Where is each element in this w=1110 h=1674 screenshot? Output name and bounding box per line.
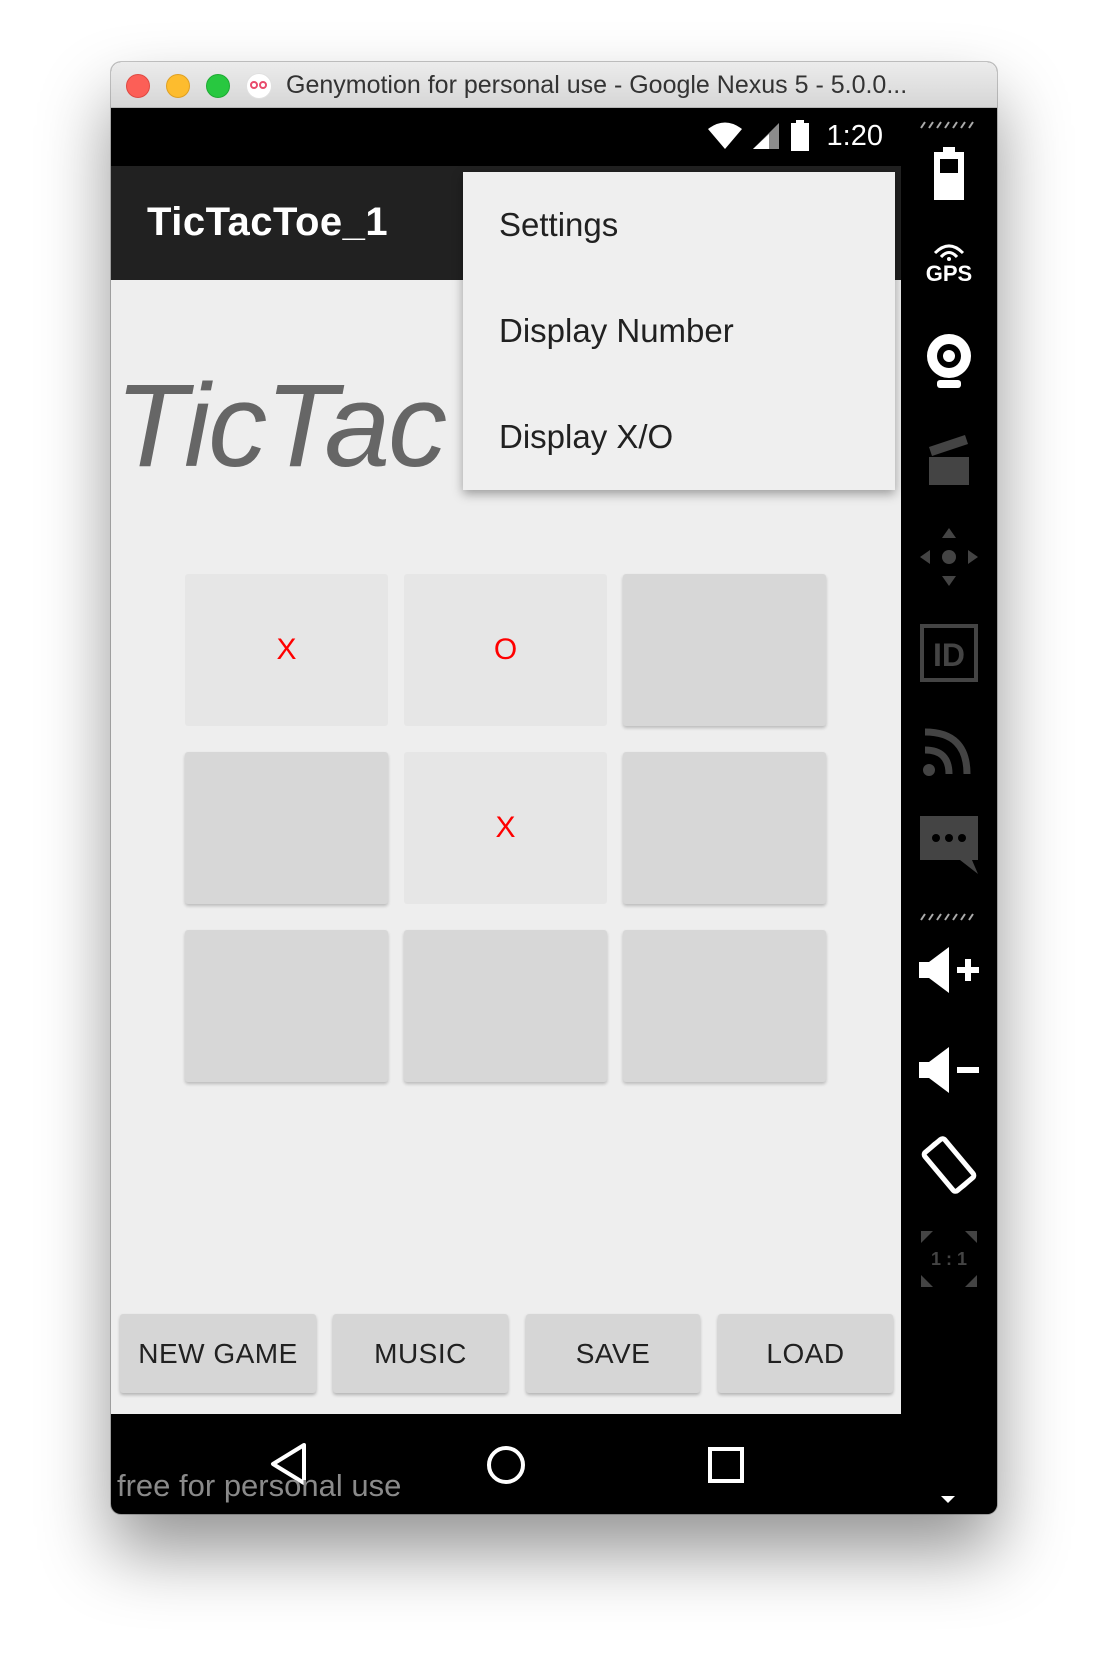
board-cell-7[interactable]: [185, 930, 388, 1082]
sidebar-more-icon[interactable]: [939, 1494, 957, 1504]
board-cell-5[interactable]: X: [404, 752, 607, 904]
menu-item-settings[interactable]: Settings: [463, 172, 895, 278]
board-cell-2[interactable]: O: [404, 574, 607, 726]
board-cell-4[interactable]: [185, 752, 388, 904]
clapperboard-icon[interactable]: [901, 430, 997, 490]
scale-label: 1 : 1: [931, 1249, 967, 1269]
recents-icon[interactable]: [707, 1446, 745, 1484]
gps-icon[interactable]: GPS: [901, 236, 997, 292]
battery-icon: [790, 120, 809, 151]
menu-item-display-xo[interactable]: Display X/O: [463, 384, 895, 490]
close-window-button[interactable]: [126, 74, 150, 98]
android-screen: 1:20 TicTacToe_1 TicTac Settings Display…: [111, 108, 901, 1514]
save-button[interactable]: SAVE: [526, 1314, 700, 1393]
board-cell-1[interactable]: X: [185, 574, 388, 726]
overflow-menu: Settings Display Number Display X/O: [463, 172, 895, 490]
signal-icon: [752, 123, 779, 149]
rotate-icon[interactable]: [901, 1132, 997, 1198]
main-title: TicTac: [115, 360, 447, 492]
music-button[interactable]: MUSIC: [333, 1314, 508, 1393]
menu-item-display-number[interactable]: Display Number: [463, 278, 895, 384]
pixel-perfect-icon[interactable]: 1 : 1: [901, 1226, 997, 1292]
grip-middle-icon: [920, 913, 974, 921]
genymotion-logo-icon: [246, 73, 272, 99]
minimize-window-button[interactable]: [166, 74, 190, 98]
board-cell-8[interactable]: [404, 930, 607, 1082]
rss-icon[interactable]: [901, 718, 997, 782]
genymotion-sidebar: GPS ID 1: 1: [901, 108, 997, 1514]
board-cell-9[interactable]: [623, 930, 826, 1082]
camera-icon[interactable]: [901, 330, 997, 394]
title-bar[interactable]: Genymotion for personal use - Google Nex…: [111, 62, 997, 108]
volume-up-icon[interactable]: [901, 942, 997, 998]
zoom-window-button[interactable]: [206, 74, 230, 98]
window-title: Genymotion for personal use - Google Nex…: [286, 71, 908, 99]
board-cell-3[interactable]: [623, 574, 826, 726]
volume-down-icon[interactable]: [901, 1042, 997, 1098]
new-game-button[interactable]: NEW GAME: [120, 1314, 316, 1393]
home-icon[interactable]: [485, 1444, 527, 1486]
watermark-text: free for personal use: [117, 1468, 402, 1503]
emulator-window: Genymotion for personal use - Google Nex…: [111, 62, 997, 1514]
status-time: 1:20: [826, 119, 883, 152]
wifi-icon: [707, 122, 742, 149]
gps-label: GPS: [925, 261, 973, 286]
app-title: TicTacToe_1: [147, 200, 389, 244]
battery-widget-icon[interactable]: [901, 144, 997, 204]
sms-icon[interactable]: [901, 812, 997, 878]
load-button[interactable]: LOAD: [718, 1314, 893, 1393]
dpad-icon[interactable]: [901, 524, 997, 590]
navigation-bar: free for personal use: [111, 1414, 901, 1514]
grip-top-icon: [920, 121, 974, 129]
id-label: ID: [933, 637, 965, 673]
board-cell-6[interactable]: [623, 752, 826, 904]
status-bar: 1:20: [111, 108, 901, 166]
id-icon[interactable]: ID: [901, 620, 997, 686]
